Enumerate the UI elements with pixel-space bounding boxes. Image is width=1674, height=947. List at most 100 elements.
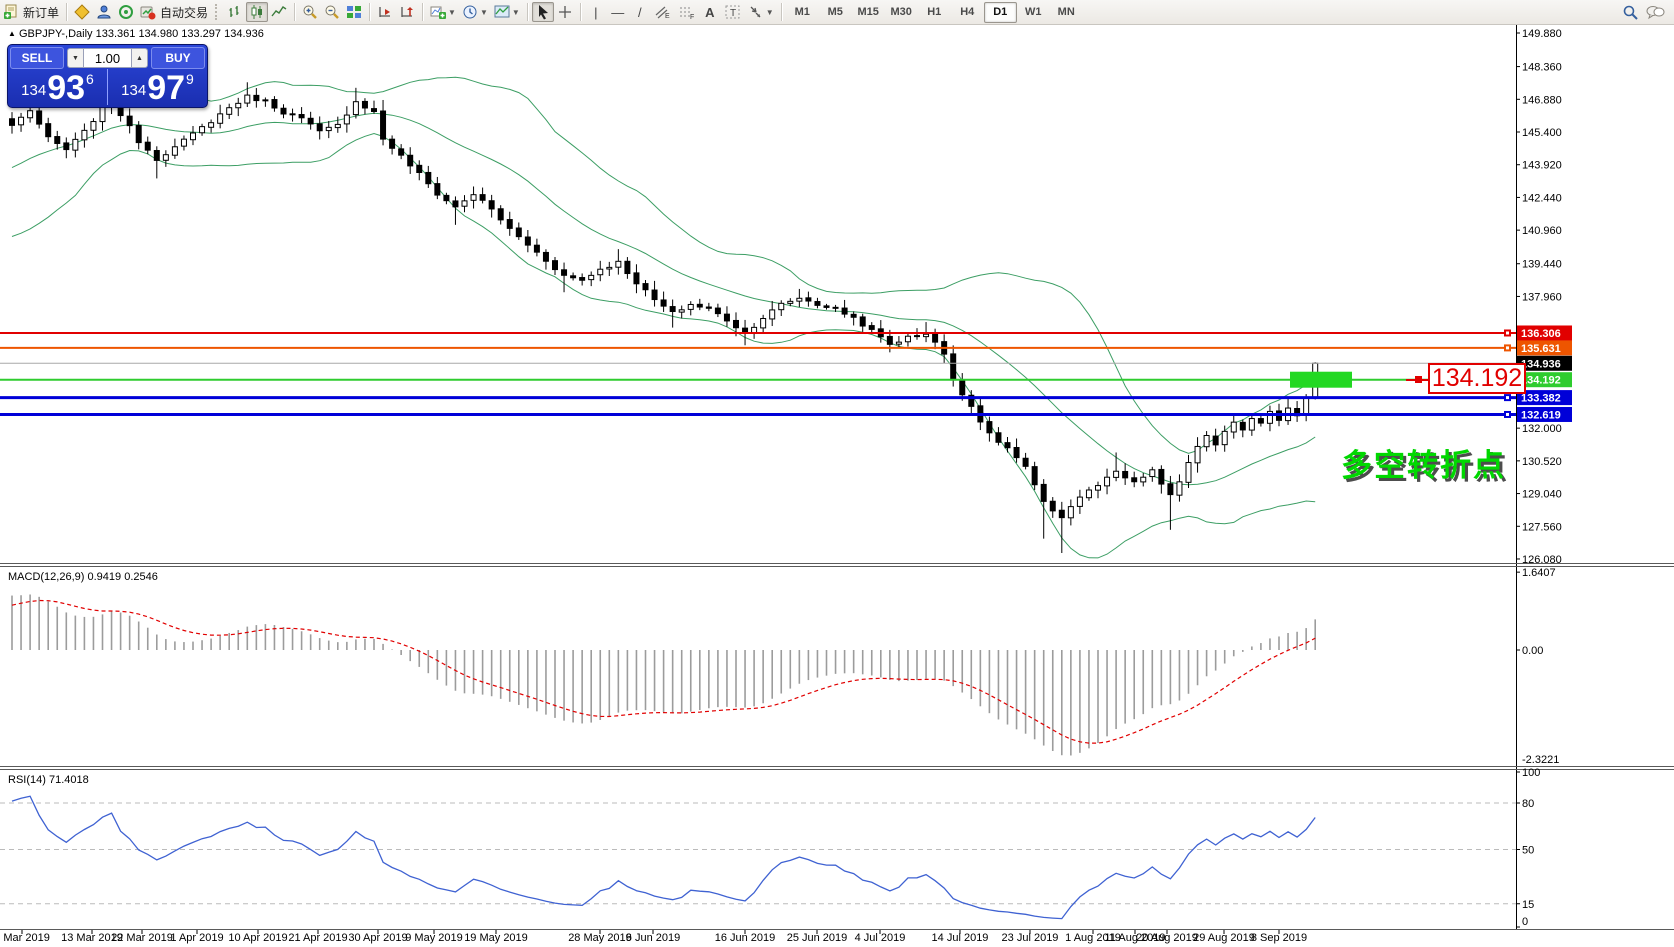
line-chart-button[interactable] <box>268 2 290 22</box>
timeframe-m15[interactable]: M15 <box>852 2 885 23</box>
zoom-out-button[interactable] <box>321 2 343 22</box>
autotrade-button[interactable]: 自动交易 <box>137 2 211 22</box>
indicators-button[interactable]: ▼ <box>427 2 459 22</box>
candle-body <box>1158 468 1165 485</box>
templates-button[interactable]: ▼ <box>491 2 523 22</box>
candle-body <box>1004 442 1011 449</box>
candle-body <box>506 219 513 229</box>
chart-shift-button[interactable] <box>374 2 396 22</box>
date-tick-label: 1 Apr 2019 <box>170 932 223 944</box>
collapse-arrow-icon[interactable]: ▲ <box>8 29 16 38</box>
rsi-header: RSI(14) 71.4018 <box>8 774 89 786</box>
quotes-button[interactable] <box>71 2 93 22</box>
buy-price-big: 97 <box>147 69 186 107</box>
sell-price[interactable]: 134 93 6 <box>8 69 107 105</box>
horizontal-line-tool[interactable]: — <box>607 2 629 22</box>
candle-body <box>72 138 79 151</box>
timeframe-w1[interactable]: W1 <box>1017 2 1050 23</box>
callout-anchor-square <box>1415 376 1422 383</box>
separator <box>780 3 782 21</box>
price-tag-label: 135.631 <box>1521 343 1561 355</box>
date-tick-label: 29 Aug 2019 <box>1193 932 1255 944</box>
candle-body <box>615 260 622 268</box>
level-callout-box[interactable]: 134.192 <box>1428 363 1526 394</box>
indicators-icon <box>430 6 447 19</box>
buy-button[interactable]: BUY <box>151 47 205 69</box>
candle-body <box>1013 447 1020 459</box>
vertical-line-tool[interactable]: | <box>585 2 607 22</box>
channel-icon: E <box>655 6 670 20</box>
rsi-level-label: 15 <box>1522 899 1534 911</box>
market-watch-button[interactable] <box>93 2 115 22</box>
date-tick-label: 21 Apr 2019 <box>288 932 347 944</box>
candle-body <box>217 113 224 124</box>
search-button[interactable] <box>1619 2 1642 22</box>
text-label-icon: T <box>725 5 740 19</box>
cursor-button[interactable] <box>531 2 554 22</box>
fibonacci-tool[interactable]: F <box>675 2 699 22</box>
candle-body <box>126 115 133 127</box>
arrows-tool[interactable]: ▼ <box>745 2 777 22</box>
candle-body <box>1022 457 1029 467</box>
candle-body <box>669 306 676 313</box>
periods-button[interactable]: ▼ <box>459 2 491 22</box>
candle-body <box>389 138 396 149</box>
volume-up-button[interactable]: ▲ <box>131 48 148 68</box>
zoom-in-button[interactable] <box>299 2 321 22</box>
candle-body <box>352 101 359 116</box>
candle-body <box>280 107 287 115</box>
candle-body <box>434 183 441 196</box>
timeframe-h4[interactable]: H4 <box>951 2 984 23</box>
separator <box>369 3 371 21</box>
candle-body <box>1131 477 1138 483</box>
timeframe-m5[interactable]: M5 <box>819 2 852 23</box>
buy-price[interactable]: 134 97 9 <box>107 69 207 105</box>
text-label-tool[interactable]: T <box>721 2 745 22</box>
candlestick-chart-button[interactable] <box>246 2 269 22</box>
bar-chart-button[interactable] <box>224 2 246 22</box>
candle-body <box>814 301 821 306</box>
timeframe-mn[interactable]: MN <box>1050 2 1083 23</box>
candle-body <box>416 164 423 174</box>
date-tick-label: 23 Jul 2019 <box>1002 932 1059 944</box>
price-tick-label: 127.560 <box>1522 521 1562 533</box>
timeframe-h1[interactable]: H1 <box>918 2 951 23</box>
line-chart-icon <box>271 6 287 17</box>
date-tick-label: 10 Apr 2019 <box>228 932 287 944</box>
signals-button[interactable] <box>115 2 137 22</box>
candle-body <box>1113 470 1120 478</box>
separator <box>66 3 68 21</box>
auto-scroll-button[interactable] <box>396 2 418 22</box>
candle-body <box>696 303 703 308</box>
volume-value[interactable]: 1.00 <box>84 48 131 68</box>
tile-windows-button[interactable] <box>343 2 365 22</box>
candle-body <box>1221 430 1228 446</box>
ohlc-high: 134.980 <box>138 28 179 40</box>
buy-price-prefix: 134 <box>121 82 147 99</box>
candle-body <box>723 313 730 322</box>
crosshair-button[interactable] <box>554 2 576 22</box>
channel-tool[interactable]: E <box>651 2 675 22</box>
candle-body <box>1239 421 1246 431</box>
price-tag-label: 136.306 <box>1521 328 1561 340</box>
timeframe-m30[interactable]: M30 <box>885 2 918 23</box>
candle-body <box>1185 462 1192 483</box>
sell-button[interactable]: SELL <box>10 47 64 69</box>
candle-body <box>751 326 758 334</box>
candle-body <box>452 200 459 208</box>
price-tag-label: 134.192 <box>1521 375 1561 387</box>
candle-body <box>859 316 866 327</box>
new-order-button[interactable]: 新订单 <box>0 2 62 22</box>
candle-body <box>651 289 658 301</box>
candle-body <box>742 327 749 334</box>
timeframe-m1[interactable]: M1 <box>786 2 819 23</box>
candle-body <box>371 108 377 112</box>
candle-body <box>307 117 314 125</box>
trendline-tool[interactable]: / <box>629 2 651 22</box>
volume-down-button[interactable]: ▼ <box>67 48 84 68</box>
person-icon <box>97 5 111 19</box>
timeframe-d1[interactable]: D1 <box>983 1 1017 23</box>
candle-body <box>778 302 785 311</box>
chat-button[interactable] <box>1642 2 1668 22</box>
text-tool[interactable]: A <box>699 2 721 22</box>
